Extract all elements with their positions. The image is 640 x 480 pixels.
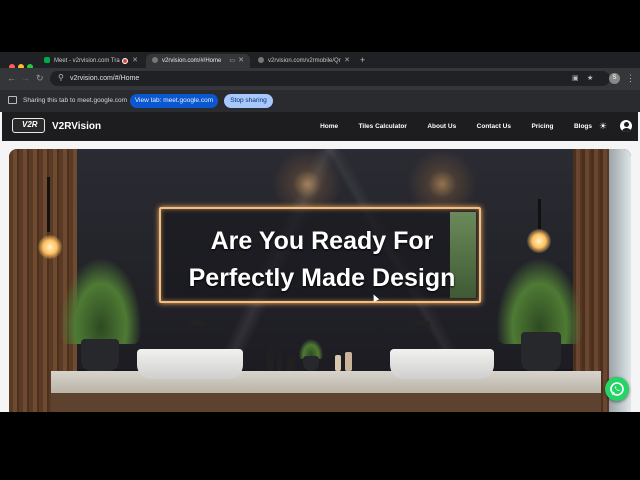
vanity-cabinet: [51, 393, 601, 412]
recording-icon: [122, 58, 128, 64]
hero-frame: Are You Ready For Perfectly Made Design: [159, 207, 481, 303]
hero-banner: Are You Ready For Perfectly Made Design: [9, 149, 631, 412]
close-tab-icon[interactable]: ✕: [238, 54, 244, 68]
tab-title: v2rvision.com/#/Home: [162, 58, 222, 64]
tab-meet[interactable]: Meet - v2rvision.com Tra ✕: [38, 54, 144, 68]
tab-sharing-bar: Sharing this tab to meet.google.com View…: [0, 90, 640, 113]
close-tab-icon[interactable]: ✕: [132, 54, 138, 68]
nav-tiles-calculator[interactable]: Tiles Calculator: [359, 112, 407, 141]
site-info-icon[interactable]: ⚲: [58, 73, 64, 82]
meet-icon: [44, 57, 50, 63]
web-page: V2R V2RVision Home Tiles Calculator Abou…: [0, 112, 640, 412]
nav-links: Home Tiles Calculator About Us Contact U…: [304, 112, 592, 141]
globe-icon: [258, 57, 264, 63]
screen-share-icon: [8, 96, 17, 104]
plant-pot-right: [521, 332, 561, 371]
nav-blogs[interactable]: Blogs: [574, 112, 592, 141]
toiletry-bottle: [287, 357, 295, 371]
site-logo[interactable]: V2R: [12, 118, 45, 133]
wall-lamp-left: [47, 177, 50, 232]
browser-menu-icon[interactable]: ⋮: [626, 72, 635, 84]
tab-title: Meet - v2rvision.com Tra: [54, 58, 120, 64]
tab-qr[interactable]: v2rvision.com/v2rmobile/Qr ✕: [252, 54, 356, 68]
nav-about-us[interactable]: About Us: [427, 112, 456, 141]
toiletry-bottle: [277, 354, 282, 371]
close-tab-icon[interactable]: ✕: [344, 54, 350, 68]
tab-strip: Meet - v2rvision.com Tra ✕ v2rvision.com…: [0, 52, 640, 70]
user-account-icon[interactable]: [618, 118, 634, 134]
nav-home[interactable]: Home: [320, 112, 338, 141]
hero-headline-line1: Are You Ready For: [210, 227, 434, 255]
lamp-bulb-right: [527, 229, 551, 253]
faucet-right: [414, 321, 430, 326]
bookmark-star-icon[interactable]: ★: [587, 73, 593, 84]
whatsapp-button[interactable]: [605, 377, 629, 401]
toolbar: ← → ↻ ⚲ v2rvision.com/#/Home ▣ ★ S ⋮: [0, 68, 640, 90]
site-navbar: V2R V2RVision Home Tiles Calculator Abou…: [2, 112, 638, 141]
vanity-counter: [51, 371, 601, 393]
toiletry-bottle: [345, 352, 352, 371]
plant-pot-left: [81, 339, 119, 371]
stop-sharing-button[interactable]: Stop sharing: [224, 94, 273, 108]
view-tab-button[interactable]: View tab: meet.google.com: [130, 94, 218, 108]
hero-headline-line2: Perfectly Made Design: [188, 264, 456, 292]
globe-icon: [152, 57, 158, 63]
new-tab-button[interactable]: +: [360, 54, 365, 66]
toiletry-bottle: [267, 347, 273, 371]
tab-title: v2rvision.com/v2rmobile/Qr: [268, 58, 341, 64]
toiletry-bottle: [335, 355, 341, 371]
cast-icon: ▭: [229, 58, 235, 64]
sink-left: [137, 349, 243, 379]
brand-name[interactable]: V2RVision: [52, 112, 101, 141]
profile-avatar[interactable]: S: [609, 73, 620, 84]
reload-icon[interactable]: ↻: [36, 72, 44, 84]
theme-toggle-sun-icon[interactable]: ☀: [599, 121, 607, 131]
browser-window: Meet - v2rvision.com Tra ✕ v2rvision.com…: [0, 52, 640, 412]
tab-home[interactable]: v2rvision.com/#/Home ▭ ✕: [146, 54, 250, 68]
address-bar[interactable]: ⚲ v2rvision.com/#/Home ▣ ★: [50, 71, 610, 86]
whatsapp-icon: [610, 382, 624, 396]
lamp-bulb-left: [38, 235, 62, 259]
sharing-message: Sharing this tab to meet.google.com: [23, 97, 128, 104]
nav-contact-us[interactable]: Contact Us: [477, 112, 511, 141]
faucet-left: [189, 321, 205, 326]
logo-text: V2R: [22, 120, 38, 129]
wall-lamp-right: [538, 199, 541, 229]
back-icon[interactable]: ←: [7, 72, 16, 84]
plant-left: [61, 259, 141, 344]
sink-right: [390, 349, 494, 379]
cast-icon[interactable]: ▣: [572, 73, 579, 84]
nav-pricing[interactable]: Pricing: [531, 112, 553, 141]
forward-icon[interactable]: →: [21, 72, 30, 84]
url-text[interactable]: v2rvision.com/#/Home: [70, 71, 139, 86]
